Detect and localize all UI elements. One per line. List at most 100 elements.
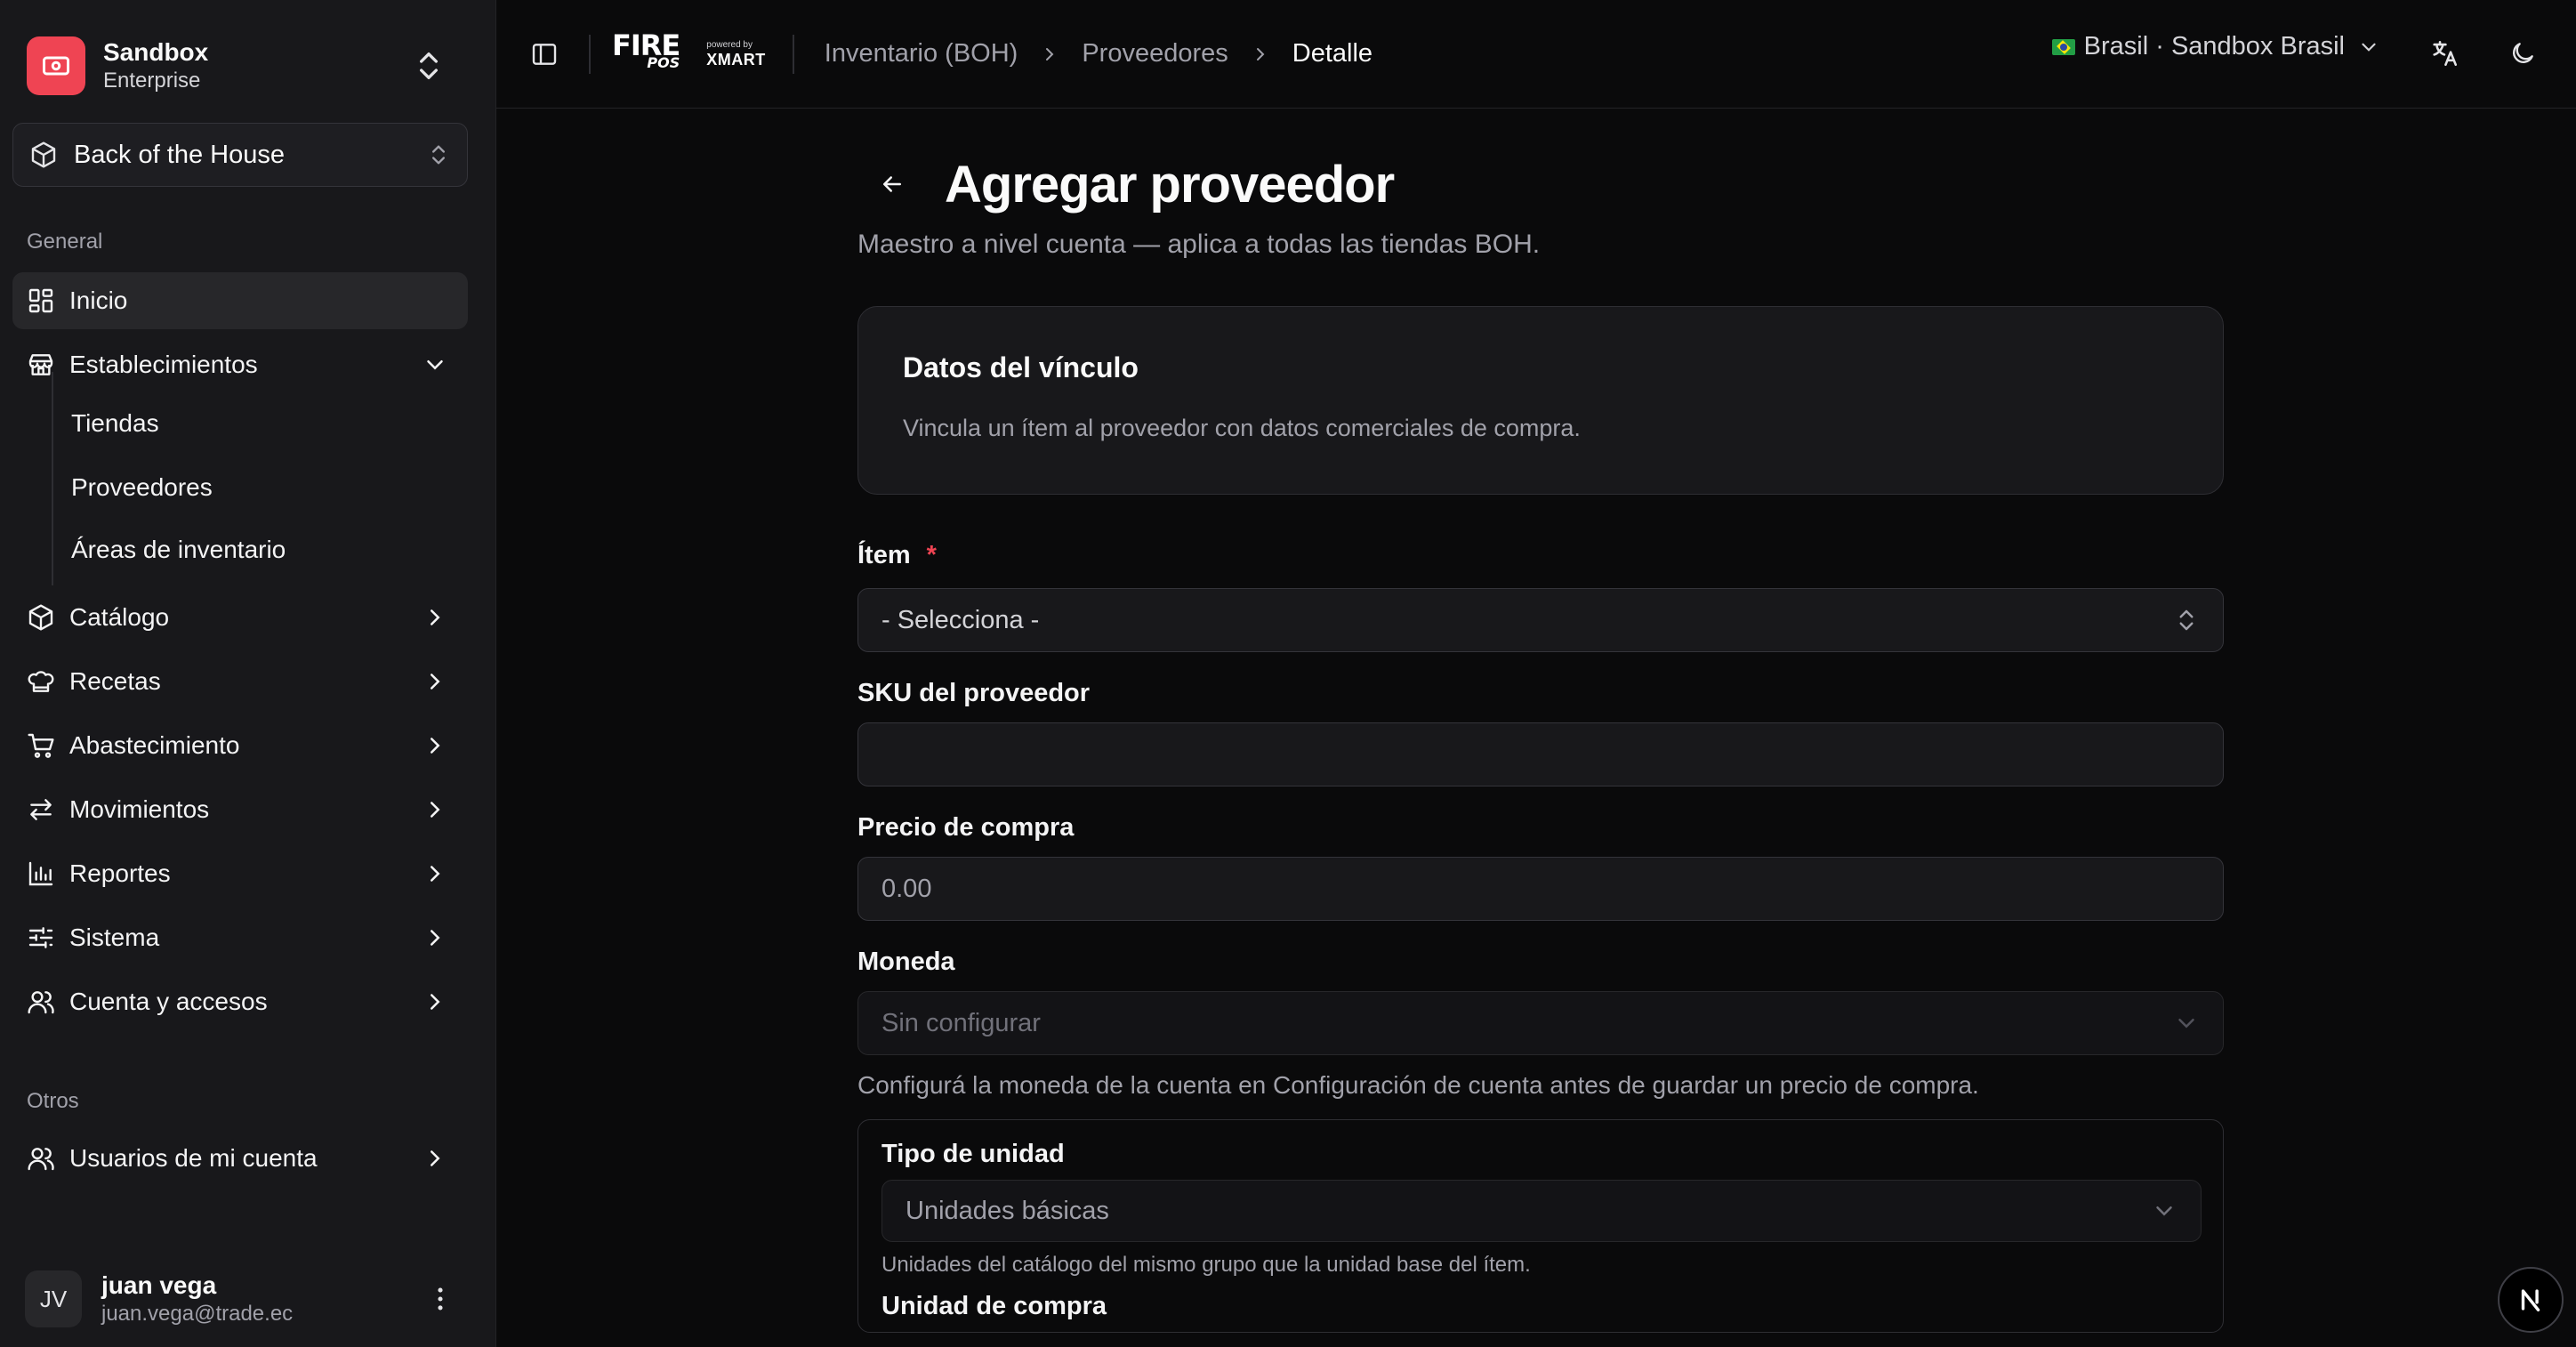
sidebar-item-label: Recetas (69, 667, 161, 695)
item-select-value: - Selecciona - (881, 605, 1040, 634)
sidebar: Sandbox Enterprise Back of the House Gen… (0, 0, 496, 1347)
users-icon (28, 991, 54, 1014)
region-selector[interactable]: Brasil · Sandbox Brasil (2051, 32, 2380, 61)
sidebar-item-usuarios[interactable]: Usuarios de mi cuenta (12, 1130, 468, 1187)
chevron-right-icon (431, 930, 440, 946)
user-name: juan vega (101, 1271, 217, 1299)
module-label: Back of the House (74, 140, 285, 169)
sidebar-subitem-areas[interactable]: Áreas de inventario (59, 523, 459, 577)
brand-powered: powered by (706, 39, 753, 50)
unit-box: Tipo de unidad Unidades básicas Unidades… (857, 1119, 2224, 1333)
moon-icon (2513, 43, 2533, 63)
currency-select-value: Sin configurar (881, 1008, 1041, 1037)
sidebar-item-recetas[interactable]: Recetas (12, 653, 468, 710)
chevrons-up-down-icon (2179, 609, 2194, 631)
more-vertical-icon[interactable] (425, 1284, 455, 1314)
cart-icon (28, 733, 54, 758)
chevrons-up-down-icon (432, 145, 445, 165)
unit-type-label: Tipo de unidad (881, 1140, 1065, 1168)
bar-chart-icon (28, 861, 53, 886)
nextjs-dev-badge[interactable] (2498, 1267, 2564, 1333)
item-select[interactable]: - Selecciona - (857, 588, 2224, 652)
sidebar-item-label: Movimientos (69, 795, 210, 823)
unit-type-select[interactable]: Unidades básicas (881, 1180, 2202, 1242)
sidebar-item-label: Sistema (69, 924, 160, 951)
chevron-down-icon (2156, 1206, 2172, 1216)
currency-select[interactable]: Sin configurar (857, 991, 2224, 1055)
sidebar-item-label: Cuenta y accesos (69, 988, 268, 1015)
sidebar-item-label: Usuarios de mi cuenta (69, 1144, 318, 1172)
back-button[interactable] (861, 153, 923, 215)
sidebar-item-label: Inicio (69, 286, 128, 314)
price-label: Precio de compra (857, 813, 1075, 842)
users-icon (28, 1148, 54, 1171)
module-selector[interactable]: Back of the House (12, 123, 468, 187)
dashboard-icon (28, 288, 53, 313)
item-label: Ítem * (857, 541, 2224, 570)
page-title: Agregar proveedor (945, 155, 1395, 214)
brazil-flag-icon (2051, 38, 2075, 55)
nextjs-icon (2521, 1289, 2540, 1312)
sidebar-subitem-proveedores[interactable]: Proveedores (59, 461, 459, 514)
page-subtitle: Maestro a nivel cuenta — aplica a todas … (857, 230, 1541, 259)
sidebar-item-movimientos[interactable]: Movimientos (12, 781, 468, 838)
sku-label: SKU del proveedor (857, 679, 1091, 707)
chevron-right-icon (431, 1150, 440, 1166)
item-label-text: Ítem (857, 541, 911, 569)
user-menu[interactable]: JV juan vega juan.vega@trade.ec (12, 1263, 468, 1335)
price-input[interactable]: 0.00 (857, 857, 2224, 921)
breadcrumb-inventario[interactable]: Inventario (BOH) (825, 39, 1018, 69)
required-marker: * (926, 541, 937, 569)
card-description: Vincula un ítem al proveedor con datos c… (903, 415, 1581, 441)
top-header: FIRE POS powered by XMART Inventario (BO… (496, 0, 2576, 109)
submenu-guide-line (52, 372, 53, 585)
sidebar-item-cuenta-accesos[interactable]: Cuenta y accesos (12, 973, 468, 1030)
brand-xmart: XMART (706, 50, 766, 69)
chevron-right-icon (431, 802, 440, 818)
sidebar-item-abastecimiento[interactable]: Abastecimiento (12, 717, 468, 774)
theme-toggle-button[interactable] (2501, 32, 2544, 75)
unit-type-hint: Unidades del catálogo del mismo grupo qu… (881, 1253, 1531, 1277)
header-divider (589, 34, 591, 74)
chevron-right-icon (431, 609, 440, 625)
chevrons-up-down-icon (420, 52, 438, 80)
section-otros: Otros (27, 1089, 79, 1113)
avatar: JV (25, 1270, 82, 1327)
translate-icon (2433, 40, 2458, 67)
main-content: Agregar proveedor Maestro a nivel cuenta… (857, 151, 2224, 1333)
link-data-card: Datos del vínculo Vincula un ítem al pro… (857, 306, 2224, 495)
header-divider (792, 34, 794, 74)
org-switcher[interactable]: Sandbox Enterprise (12, 27, 466, 105)
sidebar-item-label: Reportes (69, 859, 171, 887)
arrow-left-icon (883, 176, 901, 192)
chef-hat-icon (28, 671, 54, 692)
arrows-left-right-icon (30, 799, 52, 820)
language-button[interactable] (2423, 32, 2466, 75)
breadcrumb-proveedores[interactable]: Proveedores (1082, 39, 1228, 69)
sliders-icon (28, 927, 53, 948)
sidebar-item-catalogo[interactable]: Catálogo (12, 589, 468, 646)
box-icon (28, 604, 53, 631)
chevron-down-icon (2178, 1019, 2194, 1028)
sku-input[interactable] (857, 722, 2224, 786)
box-icon (31, 141, 56, 168)
sidebar-item-establecimientos[interactable]: Establecimientos (12, 336, 468, 393)
org-plan: Enterprise (103, 69, 201, 93)
sidebar-item-label: Catálogo (69, 603, 170, 631)
chevron-right-icon (1256, 47, 1265, 60)
toggle-sidebar-button[interactable] (525, 35, 564, 74)
sidebar-item-label: Abastecimiento (69, 731, 240, 759)
sidebar-toggle-icon (532, 43, 557, 65)
chevron-right-icon (1046, 47, 1054, 60)
chevron-right-icon (431, 738, 440, 754)
purchase-unit-label: Unidad de compra (881, 1292, 1107, 1320)
org-logo (27, 36, 85, 95)
region-label: Brasil · Sandbox Brasil (2083, 32, 2345, 60)
sidebar-item-inicio[interactable]: Inicio (12, 272, 468, 329)
unit-type-value: Unidades básicas (906, 1196, 1109, 1225)
sidebar-item-sistema[interactable]: Sistema (12, 909, 468, 966)
sidebar-item-reportes[interactable]: Reportes (12, 845, 468, 902)
section-general: General (27, 230, 103, 254)
sidebar-subitem-tiendas[interactable]: Tiendas (59, 397, 459, 450)
chevron-right-icon (431, 994, 440, 1010)
